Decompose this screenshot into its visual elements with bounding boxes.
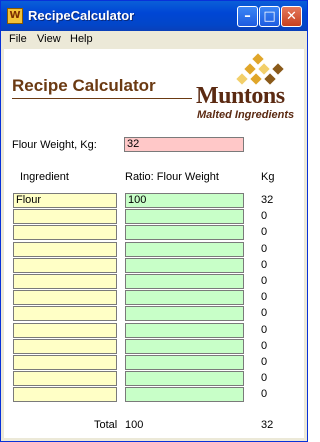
ratio-column-header: Ratio: Flour Weight <box>125 171 219 183</box>
ratio-input[interactable] <box>125 242 244 257</box>
ingredient-input[interactable] <box>13 225 117 240</box>
ingredient-input[interactable] <box>13 387 117 402</box>
ratio-input[interactable] <box>125 290 244 305</box>
kg-value: 0 <box>261 356 268 368</box>
menu-view[interactable]: View <box>37 33 61 45</box>
logo-tagline: Malted Ingredients <box>197 109 295 121</box>
ingredient-column-header: Ingredient <box>20 171 69 183</box>
kg-column-header: Kg <box>261 171 275 183</box>
ratio-input[interactable] <box>125 355 244 370</box>
total-kg: 32 <box>261 419 274 431</box>
page-title: Recipe Calculator <box>12 76 156 95</box>
ingredient-input[interactable] <box>13 371 117 386</box>
ingredient-input[interactable] <box>13 209 117 224</box>
close-icon: ✕ <box>286 9 297 24</box>
ingredient-input[interactable] <box>13 339 117 354</box>
menu-file[interactable]: File <box>9 33 27 45</box>
ratio-input[interactable] <box>125 387 244 402</box>
kg-value: 0 <box>261 372 268 384</box>
form-panel: Recipe Calculator Muntons Malted Ingredi… <box>4 49 304 438</box>
kg-value: 0 <box>261 291 268 303</box>
kg-value: 0 <box>261 307 268 319</box>
kg-value: 0 <box>261 275 268 287</box>
window-title: RecipeCalculator <box>28 8 135 23</box>
ingredient-input[interactable] <box>13 242 117 257</box>
ratio-input[interactable] <box>125 225 244 240</box>
kg-value: 0 <box>261 243 268 255</box>
kg-value: 32 <box>261 194 274 206</box>
ingredient-input[interactable] <box>13 306 117 321</box>
ratio-input[interactable]: 100 <box>125 193 244 208</box>
menu-help[interactable]: Help <box>70 33 93 45</box>
ratio-input[interactable] <box>125 274 244 289</box>
total-label: Total <box>94 419 118 431</box>
ingredient-input[interactable] <box>13 274 117 289</box>
ingredient-input[interactable] <box>13 258 117 273</box>
logo-wordmark: Muntons <box>196 83 285 109</box>
total-ratio: 100 <box>125 419 144 431</box>
app-icon: W <box>7 8 23 24</box>
kg-value: 0 <box>261 388 268 400</box>
ratio-input[interactable] <box>125 323 244 338</box>
ratio-input[interactable] <box>125 209 244 224</box>
ratio-input[interactable] <box>125 258 244 273</box>
ingredient-input[interactable]: Flour <box>13 193 117 208</box>
minimize-button[interactable]: – <box>237 6 258 27</box>
title-underline <box>12 98 192 99</box>
kg-value: 0 <box>261 226 268 238</box>
kg-value: 0 <box>261 210 268 222</box>
ingredient-input[interactable] <box>13 323 117 338</box>
ratio-input[interactable] <box>125 306 244 321</box>
maximize-icon: □ <box>263 9 276 24</box>
maximize-button[interactable]: □ <box>259 6 280 27</box>
kg-value: 0 <box>261 259 268 271</box>
ingredient-input[interactable] <box>13 290 117 305</box>
app-window: W RecipeCalculator – □ ✕ File View Help … <box>0 0 308 442</box>
title-bar[interactable]: W RecipeCalculator – □ ✕ <box>1 1 307 31</box>
close-button[interactable]: ✕ <box>281 6 302 27</box>
ratio-input[interactable] <box>125 339 244 354</box>
ingredient-input[interactable] <box>13 355 117 370</box>
kg-value: 0 <box>261 324 268 336</box>
ratio-input[interactable] <box>125 371 244 386</box>
minimize-icon: – <box>244 9 251 24</box>
menu-bar: File View Help <box>1 31 307 49</box>
kg-value: 0 <box>261 340 268 352</box>
flour-weight-label: Flour Weight, Kg: <box>12 139 97 151</box>
flour-weight-input[interactable]: 32 <box>124 137 244 152</box>
